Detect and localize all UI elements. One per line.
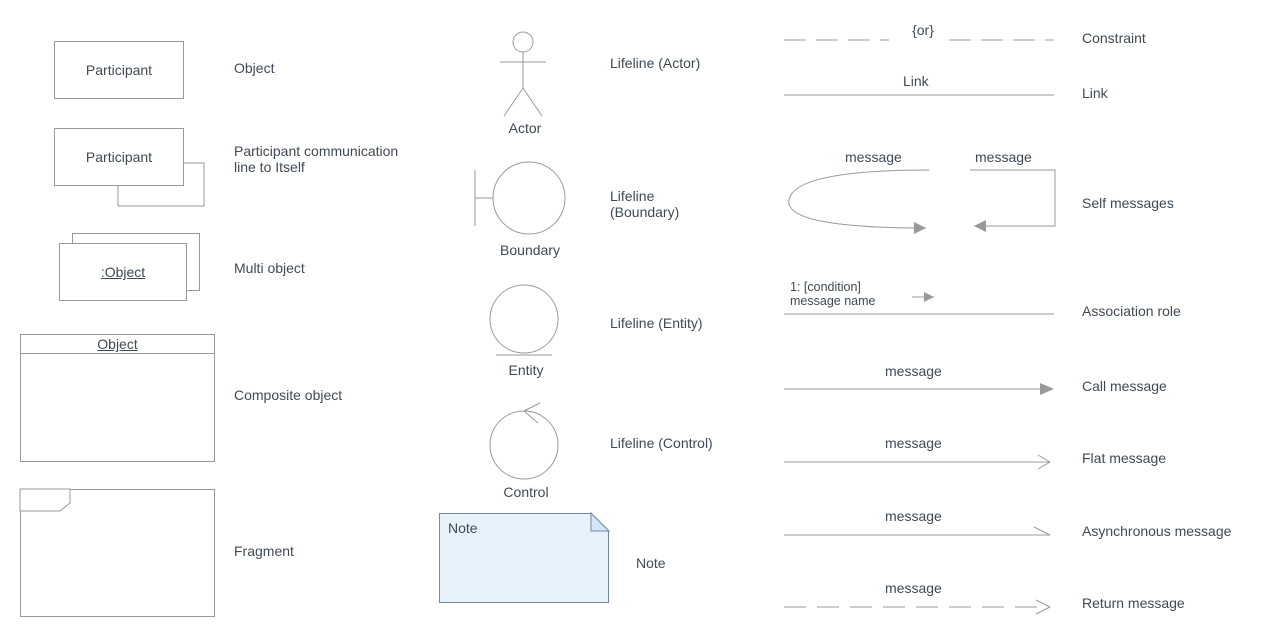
entity-caption: Entity xyxy=(486,362,566,378)
call-desc: Call message xyxy=(1082,378,1167,394)
uml-collaboration-legend: Participant Object Participant Participa… xyxy=(0,0,1263,643)
entity-icon xyxy=(488,283,568,363)
actor-icon xyxy=(500,30,560,120)
participant-box: Participant xyxy=(54,41,184,99)
object-desc: Object xyxy=(234,60,274,76)
note-desc: Note xyxy=(636,555,666,571)
multi-desc: Multi object xyxy=(234,260,305,276)
control-caption: Control xyxy=(486,484,566,500)
actor-desc: Lifeline (Actor) xyxy=(610,55,700,71)
flat-msg-text: message xyxy=(885,435,942,451)
note-box: Note xyxy=(439,513,609,603)
link-text: Link xyxy=(903,73,929,89)
boundary-icon xyxy=(473,160,583,240)
boundary-caption: Boundary xyxy=(480,242,580,258)
async-msg-line xyxy=(784,527,1054,543)
entity-desc: Lifeline (Entity) xyxy=(610,315,703,331)
multi-label: :Object xyxy=(101,264,145,280)
note-corner-icon xyxy=(591,513,609,531)
self-desc: Self messages xyxy=(1082,195,1174,211)
self-msg-left xyxy=(784,170,944,235)
self-msg-right xyxy=(960,168,1060,233)
flat-msg-line xyxy=(784,454,1054,470)
self-msg1: message xyxy=(845,149,902,165)
async-msg-text: message xyxy=(885,508,942,524)
assoc-line xyxy=(784,308,1054,320)
assoc-arrow-icon xyxy=(912,290,942,304)
composite-divider xyxy=(20,353,215,354)
assoc-desc: Association role xyxy=(1082,303,1181,319)
assoc-text: 1: [condition] message name xyxy=(790,280,875,308)
async-desc: Asynchronous message xyxy=(1082,523,1231,539)
self-comm-line xyxy=(54,128,224,218)
call-msg-line xyxy=(784,382,1054,396)
constraint-text: {or} xyxy=(898,22,948,38)
composite-header: Object xyxy=(20,336,215,352)
return-msg-line xyxy=(784,599,1054,615)
flat-desc: Flat message xyxy=(1082,450,1166,466)
boundary-desc: Lifeline (Boundary) xyxy=(610,188,679,220)
note-text: Note xyxy=(448,520,478,536)
control-desc: Lifeline (Control) xyxy=(610,435,713,451)
fragment-desc: Fragment xyxy=(234,543,294,559)
link-desc: Link xyxy=(1082,85,1108,101)
multi-front-box: :Object xyxy=(59,243,187,301)
call-msg-text: message xyxy=(885,363,942,379)
composite-desc: Composite object xyxy=(234,387,342,403)
control-icon xyxy=(488,405,568,485)
link-line xyxy=(784,93,1054,97)
fragment-tab xyxy=(20,489,80,513)
actor-caption: Actor xyxy=(490,120,560,136)
return-desc: Return message xyxy=(1082,595,1185,611)
self-msg2: message xyxy=(975,149,1032,165)
participant-box-label: Participant xyxy=(86,62,152,78)
constraint-desc: Constraint xyxy=(1082,30,1146,46)
return-msg-text: message xyxy=(885,580,942,596)
participant-comm-desc: Participant communication line to Itself xyxy=(234,143,398,175)
